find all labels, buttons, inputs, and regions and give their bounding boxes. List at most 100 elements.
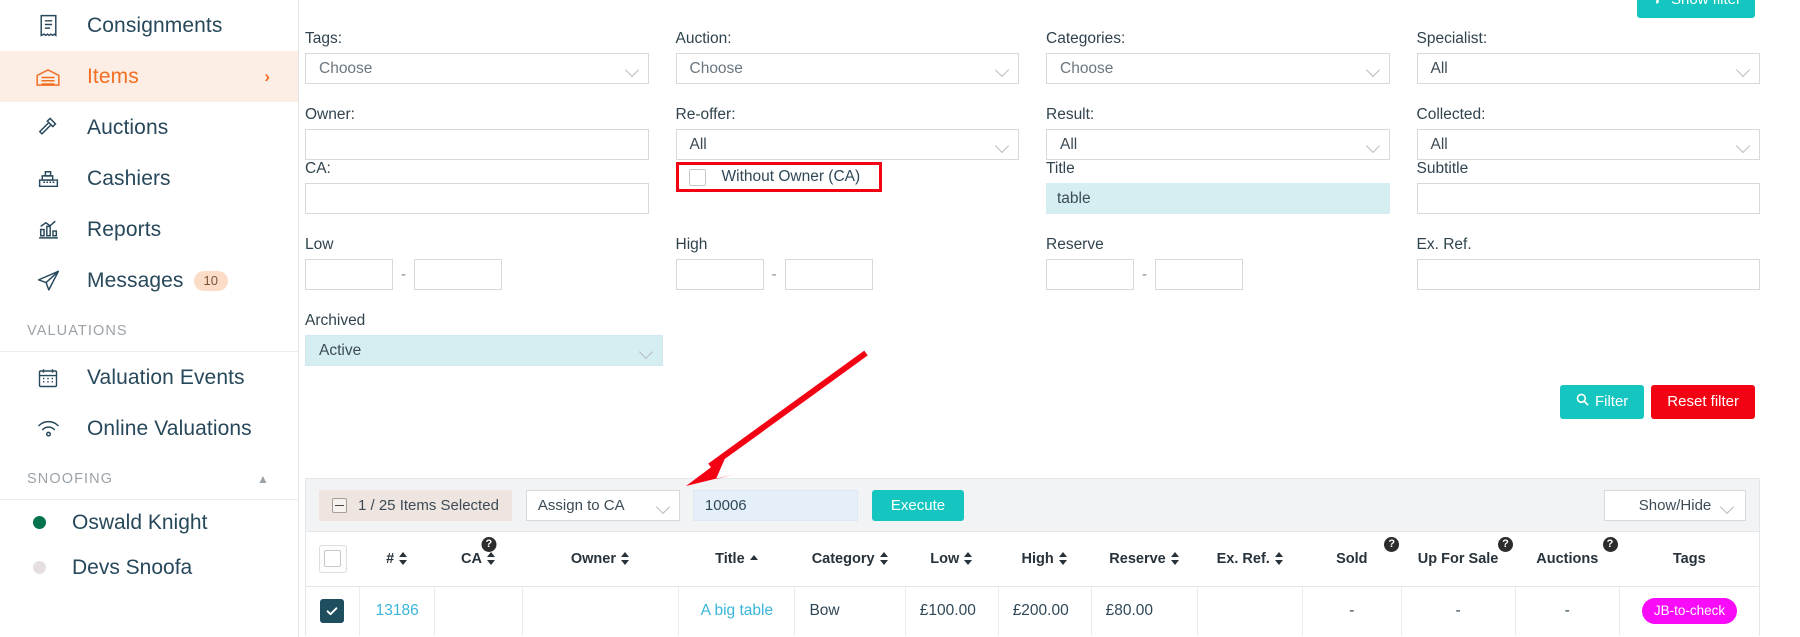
ca-input[interactable] — [305, 183, 649, 214]
reserve-from-input[interactable] — [1046, 259, 1134, 290]
sort-icon[interactable] — [486, 552, 496, 566]
row-category-cell: Bow — [794, 586, 906, 636]
th-high[interactable]: High — [998, 532, 1092, 587]
show-filter-label: Show filter — [1671, 0, 1741, 8]
th-title[interactable]: Title — [678, 532, 795, 587]
th-select-all[interactable] — [306, 532, 360, 587]
subtitle-input[interactable] — [1416, 183, 1760, 214]
sidebar-item-label: Items — [87, 64, 139, 88]
filter-field-reserve: Reserve - — [1046, 236, 1390, 290]
reset-filter-button[interactable]: Reset filter — [1651, 385, 1755, 419]
specialist-select[interactable]: All — [1416, 53, 1760, 84]
execute-button[interactable]: Execute — [871, 489, 965, 521]
high-to-input[interactable] — [784, 259, 873, 290]
owner-input[interactable] — [305, 129, 649, 160]
sort-icon[interactable] — [1274, 552, 1284, 566]
tags-select[interactable]: Choose — [305, 53, 649, 84]
sort-icon[interactable] — [964, 552, 973, 566]
sidebar-item-auctions[interactable]: Auctions — [0, 102, 298, 153]
sidebar-item-online-valuations[interactable]: Online Valuations — [0, 403, 298, 454]
reserve-to-input[interactable] — [1155, 259, 1243, 290]
help-icon[interactable]: ? — [1384, 536, 1400, 552]
filter-label-subtitle: Subtitle — [1416, 160, 1469, 177]
sort-icon-asc[interactable] — [749, 552, 759, 565]
selection-count[interactable]: 1 / 25 Items Selected — [319, 489, 512, 521]
row-upforsale-cell: - — [1401, 586, 1516, 636]
sidebar-person-devs-snoofa[interactable]: Devs Snoofa — [0, 545, 298, 590]
table-row[interactable]: 13186 A big table Bow £100.00 £200.00 £8… — [306, 586, 1759, 636]
th-low-label: Low — [930, 550, 960, 567]
sort-icon[interactable] — [879, 552, 889, 566]
item-number-link[interactable]: 13186 — [376, 602, 419, 619]
sidebar-item-items[interactable]: Items › — [0, 51, 298, 102]
th-owner-label: Owner — [570, 550, 616, 567]
filter-label-exref: Ex. Ref. — [1416, 236, 1472, 253]
show-hide-columns-select[interactable]: Show/Hide — [1604, 489, 1746, 521]
th-sold[interactable]: ? Sold — [1302, 532, 1402, 587]
archived-select[interactable]: Active — [305, 335, 663, 366]
collected-select[interactable]: All — [1416, 129, 1760, 160]
row-checkbox-checked[interactable] — [320, 599, 345, 624]
gavel-icon — [33, 113, 63, 143]
sort-icon[interactable] — [1058, 552, 1068, 566]
filter-button[interactable]: Filter — [1559, 385, 1645, 419]
sidebar-item-consignments[interactable]: Consignments — [0, 0, 298, 51]
th-number[interactable]: # — [359, 532, 435, 587]
indeterminate-checkbox-icon[interactable] — [332, 497, 347, 513]
low-to-input[interactable] — [414, 259, 502, 290]
th-tags[interactable]: Tags — [1619, 532, 1759, 587]
row-high-cell: £200.00 — [998, 586, 1092, 636]
th-auctions[interactable]: ? Auctions — [1515, 532, 1620, 587]
filter-label-ca: CA: — [305, 160, 331, 177]
sidebar-item-reports[interactable]: Reports — [0, 204, 298, 255]
help-icon[interactable]: ? — [481, 536, 497, 552]
selection-count-label: 1 / 25 Items Selected — [358, 496, 499, 514]
sidebar-person-oswald-knight[interactable]: Oswald Knight — [0, 500, 298, 545]
sort-icon[interactable] — [399, 552, 408, 566]
th-exref[interactable]: Ex. Ref. — [1197, 532, 1303, 587]
th-reserve[interactable]: Reserve — [1091, 532, 1198, 587]
th-category[interactable]: Category — [794, 532, 906, 587]
item-title-link[interactable]: A big table — [701, 602, 773, 619]
th-category-label: Category — [811, 550, 875, 567]
row-title-cell[interactable]: A big table — [678, 586, 796, 636]
sidebar-section-snoofing[interactable]: SNOOFING ▲ — [0, 454, 298, 500]
sidebar-item-valuation-events[interactable]: Valuation Events — [0, 352, 298, 403]
row-number-cell[interactable]: 13186 — [359, 586, 436, 636]
auction-select[interactable]: Choose — [675, 53, 1019, 84]
app-root: Consignments Items › Auctions Cashiers R… — [0, 0, 1800, 637]
sidebar-item-cashiers[interactable]: Cashiers — [0, 153, 298, 204]
select-all-checkbox[interactable] — [318, 544, 347, 573]
sidebar-item-messages[interactable]: Messages 10 — [0, 255, 298, 306]
th-upforsale[interactable]: ? Up For Sale — [1401, 532, 1515, 587]
help-icon[interactable]: ? — [1498, 536, 1513, 552]
categories-select[interactable]: Choose — [1046, 53, 1390, 84]
title-input[interactable] — [1046, 183, 1390, 214]
sidebar-item-label: Consignments — [87, 13, 223, 37]
th-title-label: Title — [715, 550, 745, 567]
result-select[interactable]: All — [1046, 129, 1390, 160]
high-from-input[interactable] — [675, 259, 764, 290]
tag-badge[interactable]: JB-to-check — [1641, 598, 1738, 625]
filter-label-reoffer: Re-offer: — [675, 106, 736, 123]
filter-label-result: Result: — [1046, 106, 1095, 123]
th-low[interactable]: Low — [905, 532, 999, 587]
help-icon[interactable]: ? — [1602, 536, 1618, 552]
th-owner[interactable]: Owner — [522, 532, 679, 587]
row-select-cell[interactable] — [306, 586, 360, 636]
exref-input[interactable] — [1416, 259, 1760, 290]
show-filter-button[interactable]: Show filter — [1636, 0, 1755, 18]
th-tags-label: Tags — [1672, 550, 1706, 567]
bulk-action-select[interactable]: Assign to CA — [525, 489, 680, 521]
filter-field-archived: Archived Active — [305, 312, 663, 366]
sort-icon[interactable] — [1170, 552, 1180, 566]
reoffer-select[interactable]: All — [675, 129, 1019, 160]
row-exref-cell — [1197, 586, 1303, 636]
th-ca[interactable]: ? CA — [434, 532, 523, 587]
sort-icon[interactable] — [620, 552, 630, 566]
bulk-action-value-input[interactable]: 10006 — [692, 489, 858, 521]
filter-spacer-col — [676, 160, 1020, 214]
low-from-input[interactable] — [305, 259, 393, 290]
filter-actions: Filter Reset filter — [1559, 385, 1755, 419]
chevron-up-icon[interactable]: ▲ — [257, 472, 270, 486]
